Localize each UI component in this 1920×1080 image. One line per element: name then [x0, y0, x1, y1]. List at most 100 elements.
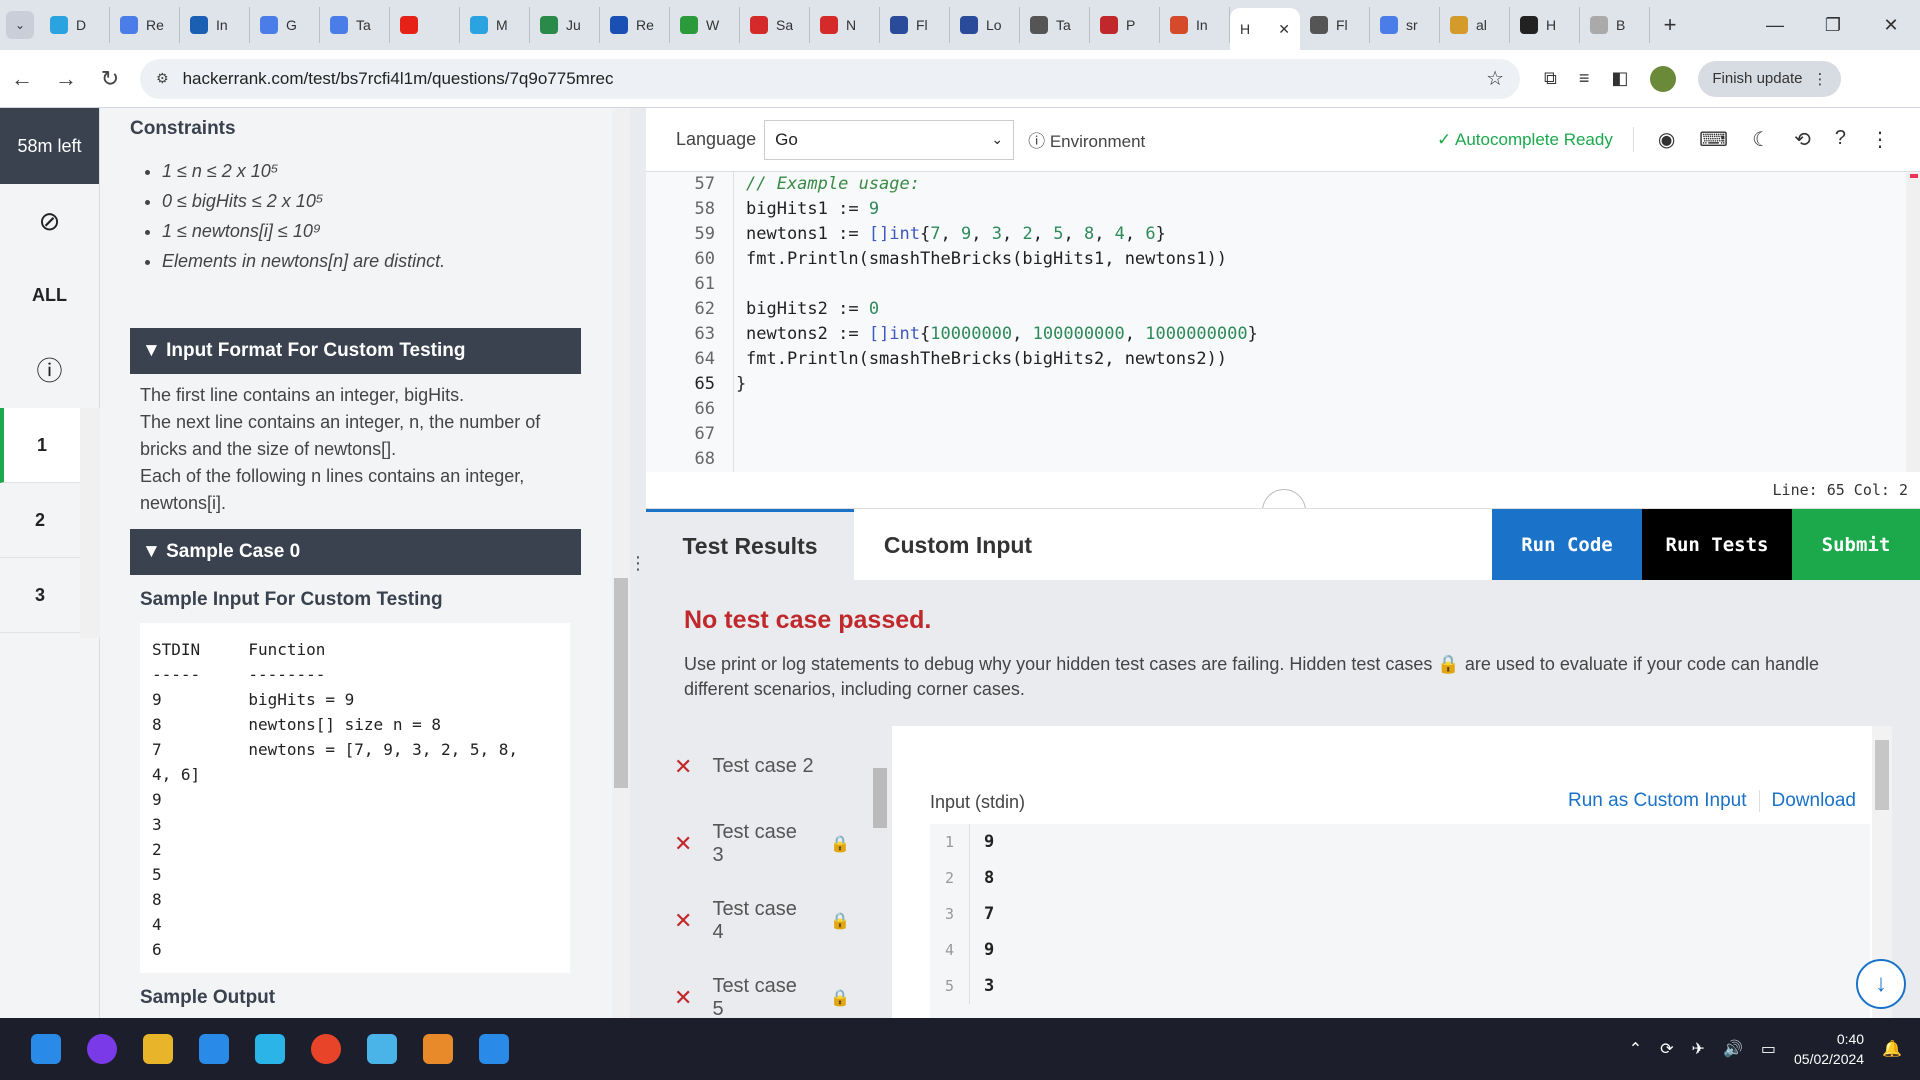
help-icon[interactable]: ? — [1835, 127, 1846, 152]
start-button[interactable] — [20, 1023, 72, 1075]
tab-b-4[interactable]: Ta — [320, 7, 390, 43]
scroll-thumb[interactable] — [614, 578, 628, 788]
question-rail: 58m left ⊘ ALL ⓘ 123 — [0, 108, 100, 1018]
restore-icon[interactable]: ❐ — [1804, 15, 1862, 36]
profile-avatar[interactable] — [1650, 65, 1677, 92]
download-link[interactable]: Download — [1758, 790, 1856, 812]
taskbar-app-remote[interactable] — [244, 1023, 296, 1075]
tab-b-12[interactable]: Fl — [880, 7, 950, 43]
problem-scrollbar[interactable] — [612, 108, 630, 1018]
new-tab-button[interactable]: + — [1650, 12, 1690, 38]
language-select[interactable]: Go ⌄ — [764, 119, 1015, 160]
media-icon[interactable]: ≡ — [1579, 68, 1590, 89]
test-case-scrollbar[interactable] — [872, 728, 888, 1018]
tab-b-1[interactable]: Re — [110, 7, 180, 43]
system-tray: ⌃ ⟳ ✈ 🔊 ▭ 0:40 05/02/2024 🔔 — [1629, 1029, 1902, 1069]
tab-active[interactable]: H ✕ — [1230, 8, 1300, 50]
reload-icon[interactable]: ↻ — [88, 66, 132, 92]
tab-b-0[interactable]: D — [40, 7, 110, 43]
line-number: 58 — [694, 199, 715, 219]
test-case-item[interactable]: ✕ Test case 4 🔒 — [660, 882, 864, 959]
volume-icon[interactable]: 🔊 — [1723, 1039, 1743, 1059]
tab-b-6[interactable]: M — [460, 7, 530, 43]
tab-search-button[interactable]: ⌄ — [0, 7, 40, 43]
tab-b-9[interactable]: W — [670, 7, 740, 43]
close-window-icon[interactable]: ✕ — [1862, 15, 1920, 36]
question-item-2[interactable]: 2 — [0, 483, 80, 558]
minimize-icon[interactable]: — — [1746, 15, 1804, 36]
back-icon[interactable]: ← — [0, 66, 44, 92]
moon-icon[interactable]: ☾ — [1752, 127, 1770, 152]
taskbar-app-chrome[interactable] — [300, 1023, 352, 1075]
run-tests-button[interactable]: Run Tests — [1642, 509, 1792, 581]
taskbar-app-github[interactable] — [76, 1023, 128, 1075]
tab-b-11[interactable]: N — [810, 7, 880, 43]
time-left: 58m left — [0, 108, 99, 184]
tab-a-4[interactable]: B — [1580, 7, 1650, 43]
history-icon[interactable]: ⟲ — [1794, 127, 1811, 152]
taskbar-app-upload[interactable] — [468, 1023, 520, 1075]
all-questions-link[interactable]: ALL — [0, 258, 99, 332]
battery-icon[interactable]: ▭ — [1761, 1039, 1776, 1059]
tab-custom-input[interactable]: Custom Input — [854, 509, 1062, 581]
info-icon[interactable]: ⓘ — [0, 332, 99, 406]
airplane-icon[interactable]: ✈ — [1692, 1039, 1705, 1059]
chevron-up-icon[interactable]: ⌃ — [1629, 1039, 1642, 1059]
tab-test-results[interactable]: Test Results — [646, 509, 854, 581]
tab-a-3[interactable]: H — [1510, 7, 1580, 43]
site-info-icon[interactable]: ⚙ — [156, 70, 169, 87]
tab-b-8[interactable]: Re — [600, 7, 670, 43]
environment-link[interactable]: ⓘ Environment — [1028, 127, 1145, 152]
taskbar-app-vscode[interactable] — [188, 1023, 240, 1075]
test-case-item[interactable]: ✕ Test case 2 — [660, 728, 864, 805]
tab-b-5[interactable] — [390, 7, 460, 43]
tab-b-10[interactable]: Sa — [740, 7, 810, 43]
bookmark-star-icon[interactable]: ☆ — [1486, 66, 1504, 91]
test-case-item[interactable]: ✕ Test case 3 🔒 — [660, 805, 864, 882]
tab-b-13[interactable]: Lo — [950, 7, 1020, 43]
keyboard-icon[interactable]: ⌨ — [1699, 127, 1728, 152]
tab-b-14[interactable]: Ta — [1020, 7, 1090, 43]
pane-resize-handle[interactable]: ⋮ — [629, 108, 647, 1018]
tab-title: Lo — [986, 17, 1002, 33]
taskbar-app-vlc[interactable] — [412, 1023, 464, 1075]
clock[interactable]: 0:40 05/02/2024 — [1794, 1029, 1864, 1069]
forward-icon[interactable]: → — [44, 66, 88, 92]
run-as-custom-input-link[interactable]: Run as Custom Input — [1568, 790, 1746, 812]
question-item-3[interactable]: 3 — [0, 558, 80, 633]
tab-b-3[interactable]: G — [250, 7, 320, 43]
finish-update-button[interactable]: Finish update ⋮ — [1698, 60, 1842, 97]
more-vert-icon[interactable]: ⋮ — [1870, 127, 1890, 152]
tab-a-1[interactable]: sr — [1370, 7, 1440, 43]
compass-icon[interactable]: ⊘ — [0, 184, 99, 258]
scroll-thumb[interactable] — [1875, 740, 1889, 810]
eye-icon[interactable]: ◉ — [1658, 127, 1675, 152]
tab-b-16[interactable]: In — [1160, 7, 1230, 43]
input-format-header[interactable]: ▼ Input Format For Custom Testing — [130, 328, 581, 374]
url-bar[interactable]: ⚙ hackerrank.com/test/bs7rcfi4l1m/questi… — [140, 58, 1520, 99]
tab-b-15[interactable]: P — [1090, 7, 1160, 43]
tab-a-2[interactable]: al — [1440, 7, 1510, 43]
code-area[interactable]: // Example usage: bigHits1 := 9 newtons1… — [736, 172, 1258, 397]
submit-button[interactable]: Submit — [1792, 509, 1920, 581]
notification-icon[interactable]: 🔔 — [1882, 1039, 1902, 1059]
tab-b-2[interactable]: In — [180, 7, 250, 43]
question-item-1[interactable]: 1 — [0, 408, 80, 483]
tab-b-7[interactable]: Ju — [530, 7, 600, 43]
question-list-scrollbar[interactable] — [80, 408, 100, 638]
sample-case-header[interactable]: ▼ Sample Case 0 — [130, 529, 581, 575]
sidepanel-icon[interactable]: ◧ — [1611, 68, 1628, 89]
run-code-button[interactable]: Run Code — [1492, 509, 1642, 581]
editor-scrollbar[interactable] — [1906, 172, 1920, 472]
sync-icon[interactable]: ⟳ — [1660, 1039, 1673, 1059]
close-icon[interactable]: ✕ — [1278, 21, 1290, 38]
code-editor[interactable]: 57 58 59 60 61 62 63 64 65 66 67 68 // Example usag… — [646, 172, 1920, 472]
taskbar-app-notepad[interactable] — [356, 1023, 408, 1075]
scroll-down-icon[interactable]: ↓ — [1856, 959, 1906, 1009]
taskbar-app-explorer[interactable] — [132, 1023, 184, 1075]
scroll-thumb[interactable] — [873, 768, 887, 828]
tab-strip: D Re In G Ta M Ju Re W Sa N Fl Lo Ta P In — [40, 7, 1230, 43]
tab-a-0[interactable]: Fl — [1300, 7, 1370, 43]
stdin-lines: 1928374953 — [930, 824, 1870, 1018]
extensions-icon[interactable]: ⧉ — [1544, 68, 1557, 89]
